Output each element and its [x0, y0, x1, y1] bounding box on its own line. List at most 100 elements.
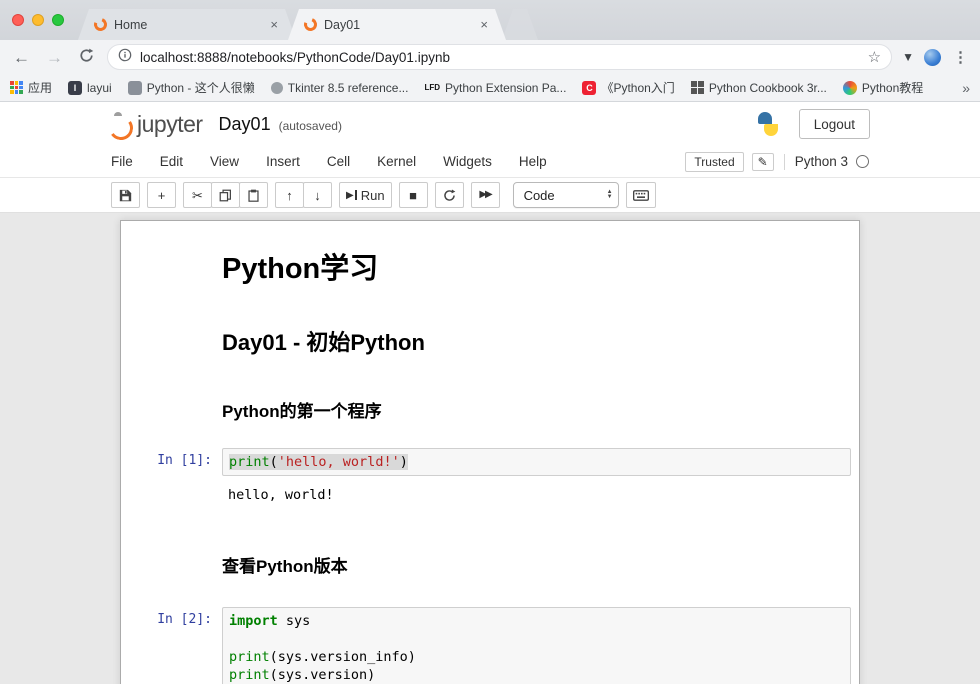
add-cell-button[interactable]: + — [147, 182, 176, 208]
notebook-title[interactable]: Day01 — [219, 114, 271, 135]
trusted-badge[interactable]: Trusted — [685, 152, 743, 172]
jupyter-logo[interactable]: jupyter — [106, 110, 203, 138]
bookmark-label: Tkinter 8.5 reference... — [288, 81, 409, 95]
browser-titlebar: Home × Day01 × — [0, 0, 980, 40]
menu-help[interactable]: Help — [519, 154, 547, 169]
bookmark-lfd[interactable]: LFD Python Extension Pa... — [424, 81, 566, 95]
bookmark-cookbook[interactable]: Python Cookbook 3r... — [691, 81, 827, 95]
python-logo-icon — [755, 111, 781, 137]
menu-kernel[interactable]: Kernel — [377, 154, 416, 169]
markdown-cell-version[interactable]: 查看Python版本 — [125, 522, 855, 587]
menu-file[interactable]: File — [111, 154, 133, 169]
new-tab-button[interactable] — [502, 9, 538, 40]
bookmark-star-icon[interactable]: ☆ — [868, 48, 881, 66]
bookmarks-overflow-icon[interactable]: » — [962, 80, 970, 96]
reload-button[interactable] — [76, 48, 97, 66]
output-prompt — [129, 482, 222, 508]
heading-3: 查看Python版本 — [222, 552, 847, 577]
notebook-container: Python学习 Day01 - 初始Python Python的第一个程序 I… — [120, 220, 860, 684]
code-text: import sys print(sys.version_info) print… — [229, 612, 844, 684]
bookmark-label: Python Extension Pa... — [445, 81, 566, 95]
address-bar[interactable]: localhost:8888/notebooks/PythonCode/Day0… — [107, 44, 892, 70]
tab-day01[interactable]: Day01 × — [288, 9, 506, 40]
bookmark-python-tutorial[interactable]: Python教程 — [843, 79, 923, 96]
logout-button[interactable]: Logout — [799, 109, 870, 139]
move-cell-up-button[interactable]: ↑ — [275, 182, 304, 208]
bookmark-python-intro[interactable]: C 《Python入门 — [582, 79, 674, 96]
clipboard-icon — [247, 189, 260, 202]
cut-cell-button[interactable]: ✂ — [183, 182, 212, 208]
bookmark-layui[interactable]: l layui — [68, 81, 112, 95]
edit-mode-pencil-icon: ✎ — [752, 153, 774, 171]
code-cell-2[interactable]: In [2]: import sys print(sys.version_inf… — [125, 607, 855, 684]
keyboard-icon — [633, 190, 649, 201]
restart-kernel-button[interactable] — [435, 182, 464, 208]
page-info-icon[interactable] — [118, 48, 132, 67]
arrow-up-icon: ↑ — [286, 189, 293, 202]
jupyter-favicon-icon — [302, 16, 319, 33]
notebook-scroll-area[interactable]: Python学习 Day01 - 初始Python Python的第一个程序 I… — [0, 213, 980, 684]
arrow-down-icon: ↓ — [314, 189, 321, 202]
bookmark-tkinter[interactable]: Tkinter 8.5 reference... — [271, 81, 409, 95]
bookmark-label: 应用 — [28, 79, 52, 96]
bookmark-python-blog[interactable]: Python - 这个人很懒 — [128, 79, 255, 96]
back-button[interactable]: ← — [10, 49, 33, 66]
bookmark-label: 《Python入门 — [601, 79, 674, 96]
browser-navbar: ← → localhost:8888/notebooks/PythonCode/… — [0, 40, 980, 74]
output-area-1: hello, world! — [125, 482, 855, 508]
menu-insert[interactable]: Insert — [266, 154, 300, 169]
markdown-cell-title[interactable]: Python学习 — [125, 229, 855, 297]
checkpoint-status: (autosaved) — [279, 119, 342, 133]
heading-3: Python的第一个程序 — [222, 397, 847, 422]
kernel-idle-icon — [856, 155, 869, 168]
forward-button[interactable]: → — [43, 49, 66, 66]
window-close-button[interactable] — [12, 14, 24, 26]
copy-cell-button[interactable] — [211, 182, 240, 208]
jupyter-toolbar: + ✂ ↑ ↓ ▶ Run ■ ▶▶ Code ▲ ▼ — [0, 178, 980, 213]
heading-2: Day01 - 初始Python — [222, 325, 847, 357]
paste-cell-button[interactable] — [239, 182, 268, 208]
stop-icon: ■ — [409, 189, 417, 202]
code-editor[interactable]: import sys print(sys.version_info) print… — [222, 607, 851, 684]
code-cell-1[interactable]: In [1]: print('hello, world!') — [125, 448, 855, 476]
blog-favicon-icon — [128, 81, 142, 95]
markdown-cell-first-program[interactable]: Python的第一个程序 — [125, 367, 855, 432]
code-text: print('hello, world!') — [229, 453, 844, 471]
markdown-cell-day01[interactable]: Day01 - 初始Python — [125, 297, 855, 367]
interrupt-kernel-button[interactable]: ■ — [399, 182, 428, 208]
jupyter-header: jupyter Day01 (autosaved) Logout — [0, 102, 980, 146]
menu-widgets[interactable]: Widgets — [443, 154, 492, 169]
run-cell-button[interactable]: ▶ Run — [339, 182, 392, 208]
window-minimize-button[interactable] — [32, 14, 44, 26]
fast-forward-icon: ▶▶ — [479, 190, 490, 200]
output-text: hello, world! — [228, 486, 845, 504]
tab-home[interactable]: Home × — [78, 9, 296, 40]
restart-run-all-button[interactable]: ▶▶ — [471, 182, 500, 208]
tkinter-favicon-icon — [271, 82, 283, 94]
jupyter-logo-icon — [106, 110, 134, 138]
cell-type-value: Code — [524, 188, 555, 203]
extension-download-icon[interactable]: ▼ — [902, 50, 914, 64]
input-prompt: In [2]: — [129, 607, 222, 684]
window-zoom-button[interactable] — [52, 14, 64, 26]
jupyter-favicon-icon — [92, 16, 109, 33]
code-editor[interactable]: print('hello, world!') — [222, 448, 851, 476]
menu-cell[interactable]: Cell — [327, 154, 350, 169]
save-button[interactable] — [111, 182, 140, 208]
bookmark-apps[interactable]: 应用 — [10, 79, 52, 96]
cell-type-select[interactable]: Code ▲ ▼ — [513, 182, 619, 208]
floppy-icon — [119, 189, 132, 202]
browser-menu-icon[interactable]: ⋮ — [951, 48, 970, 66]
url-text[interactable]: localhost:8888/notebooks/PythonCode/Day0… — [140, 50, 860, 65]
scissors-icon: ✂ — [192, 189, 203, 202]
command-palette-button[interactable] — [626, 182, 656, 208]
tab-close-icon[interactable]: × — [478, 17, 490, 32]
menu-view[interactable]: View — [210, 154, 239, 169]
kernel-name[interactable]: Python 3 — [795, 154, 848, 169]
move-cell-down-button[interactable]: ↓ — [303, 182, 332, 208]
extension-globe-icon[interactable] — [924, 49, 941, 66]
tab-close-icon[interactable]: × — [268, 17, 280, 32]
tab-title: Day01 — [324, 18, 471, 32]
select-arrows-icon: ▲ ▼ — [607, 190, 613, 200]
menu-edit[interactable]: Edit — [160, 154, 183, 169]
